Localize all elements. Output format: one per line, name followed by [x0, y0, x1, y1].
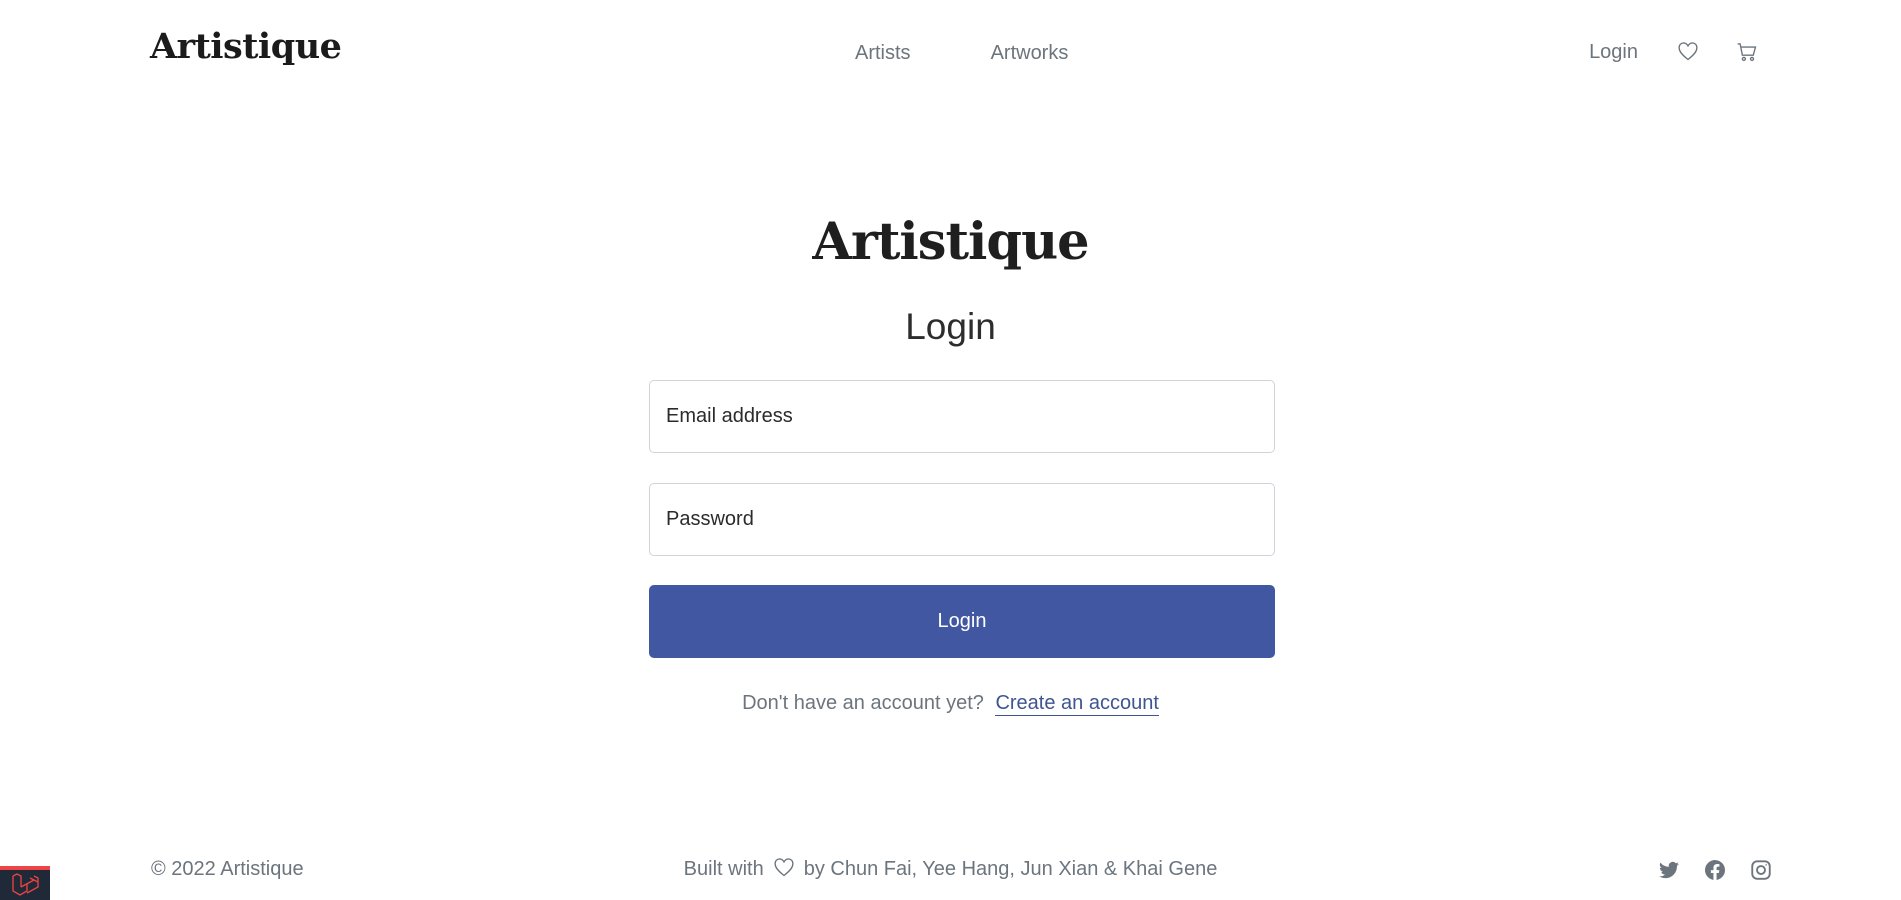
create-account-link[interactable]: Create an account [995, 692, 1159, 716]
signup-prompt-text: Don't have an account yet? [742, 692, 984, 714]
login-brand: Artistique [812, 212, 1089, 272]
site-footer: © 2022 Artistique Built with by Chun Fai,… [0, 850, 1901, 900]
login-title: Login [905, 306, 996, 347]
facebook-icon[interactable] [1703, 858, 1727, 882]
instagram-icon[interactable] [1749, 858, 1773, 882]
twitter-icon[interactable] [1657, 858, 1681, 882]
credits-names: by Chun Fai, Yee Hang, Jun Xian & Khai G… [803, 858, 1218, 880]
laravel-debugbar-badge[interactable] [0, 866, 50, 900]
login-page: Artistique Login Login Don't have an acc… [0, 0, 1901, 900]
laravel-logo-icon [12, 873, 39, 896]
social-links [1657, 858, 1773, 882]
password-field[interactable] [649, 483, 1275, 556]
built-with-label: Built with [683, 858, 764, 880]
login-submit-button[interactable]: Login [649, 585, 1275, 658]
signup-prompt-row: Don't have an account yet? Create an acc… [0, 692, 1901, 716]
email-field[interactable] [649, 380, 1275, 453]
credits-text: Built with by Chun Fai, Yee Hang, Jun Xia… [0, 858, 1901, 884]
heart-icon [774, 858, 794, 884]
